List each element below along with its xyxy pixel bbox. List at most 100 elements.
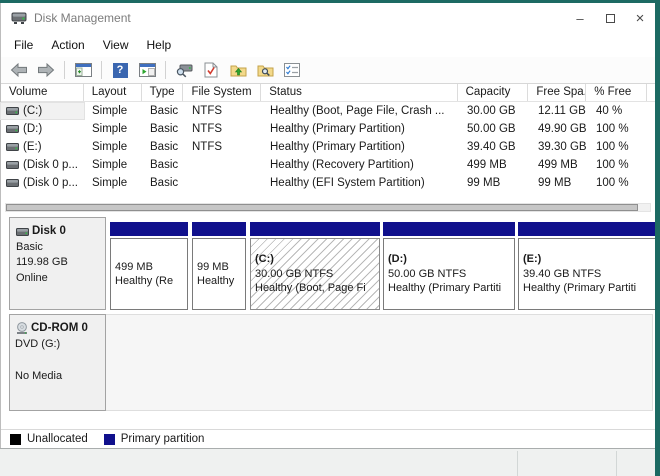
console-tree-icon[interactable] — [71, 59, 95, 81]
column-header-layout[interactable]: Layout — [84, 84, 142, 101]
graphical-view: Disk 0 Basic 119.98 GB Online 499 MB Hea… — [1, 192, 656, 448]
table-row[interactable]: (Disk 0 p... Simple Basic Healthy (EFI S… — [1, 174, 655, 192]
type-cell: Basic — [150, 159, 179, 171]
table-row[interactable]: (E:) Simple Basic NTFS Healthy (Primary … — [1, 138, 655, 156]
disk0-panel[interactable]: Disk 0 Basic 119.98 GB Online — [9, 217, 106, 310]
cdrom-media: No Media — [15, 370, 63, 382]
disk-management-window: Disk Management – × File Action View Hel… — [0, 3, 656, 448]
volume-list-header: Volume Layout Type File System Status Ca… — [1, 84, 655, 102]
capacity-cell: 30.00 GB — [467, 105, 516, 117]
capacity-cell: 99 MB — [467, 177, 501, 189]
menu-file[interactable]: File — [5, 35, 42, 55]
layout-cell: Simple — [92, 177, 128, 189]
partition-d[interactable]: (D:) 50.00 GB NTFS Healthy (Primary Part… — [383, 222, 515, 310]
column-header-volume[interactable]: Volume — [1, 84, 84, 101]
primary-partition-bar — [383, 222, 515, 236]
cd-rom-icon — [17, 321, 27, 334]
pct-free-cell: 100 % — [596, 123, 629, 135]
table-row[interactable]: (D:) Simple Basic NTFS Healthy (Primary … — [1, 120, 655, 138]
toolbar-separator — [101, 61, 102, 79]
free-space-cell: 12.11 GB — [538, 105, 586, 117]
close-button[interactable]: × — [625, 3, 655, 33]
column-header-free-space[interactable]: Free Spa... — [528, 84, 587, 101]
background-divider — [616, 451, 617, 476]
partition-e[interactable]: (E:) 39.40 GB NTFS Healthy (Primary Part… — [518, 222, 656, 310]
menu-action[interactable]: Action — [42, 35, 93, 55]
file-system-cell: NTFS — [192, 123, 223, 135]
scrollbar-thumb[interactable] — [6, 204, 638, 211]
folder-up-icon[interactable] — [226, 59, 250, 81]
volume-cell: (C:) — [0, 102, 85, 120]
column-header-filler — [647, 84, 655, 101]
column-header-pct-free[interactable]: % Free — [586, 84, 647, 101]
table-row[interactable]: (C:) Simple Basic NTFS Healthy (Boot, Pa… — [0, 102, 655, 120]
back-icon[interactable] — [7, 59, 31, 81]
toolbar-separator — [64, 61, 65, 79]
check-document-icon[interactable] — [199, 59, 223, 81]
cdrom-panel[interactable]: CD-ROM 0 DVD (G:) No Media — [9, 314, 106, 411]
free-space-cell: 49.90 GB — [538, 123, 587, 135]
forward-icon[interactable] — [34, 59, 58, 81]
folder-find-icon[interactable] — [253, 59, 277, 81]
status-cell: Healthy (Primary Partition) — [270, 123, 405, 135]
disk0-status: Online — [16, 271, 48, 284]
column-header-file-system[interactable]: File System — [183, 84, 262, 101]
free-space-cell: 39.30 GB — [538, 141, 587, 153]
type-cell: Basic — [150, 141, 179, 153]
partition-efi[interactable]: 99 MB Healthy — [192, 222, 246, 310]
capacity-cell: 39.40 GB — [467, 141, 516, 153]
drive-icon — [6, 124, 19, 133]
layout-cell: Simple — [92, 159, 128, 171]
maximize-icon — [605, 13, 615, 23]
column-header-type[interactable]: Type — [142, 84, 184, 101]
pct-free-cell: 40 % — [596, 105, 623, 117]
primary-partition-swatch — [103, 433, 115, 445]
file-system-cell: NTFS — [192, 141, 223, 153]
volume-cell: (Disk 0 p... — [1, 157, 84, 173]
pct-free-cell: 100 % — [596, 141, 629, 153]
status-cell: Healthy (Primary Partition) — [270, 141, 405, 153]
legend-primary-partition: Primary partition — [103, 433, 204, 445]
type-cell: Basic — [150, 177, 179, 189]
partition-c[interactable]: (C:) 30.00 GB NTFS Healthy (Boot, Page F… — [250, 222, 380, 310]
disk-drive-icon — [11, 12, 27, 25]
status-cell: Healthy (Recovery Partition) — [270, 159, 414, 171]
cdrom-name: CD-ROM 0 — [31, 322, 88, 334]
free-space-cell: 99 MB — [538, 177, 572, 189]
column-header-status[interactable]: Status — [261, 84, 458, 101]
maximize-button[interactable] — [595, 3, 625, 33]
toolbar-separator — [165, 61, 166, 79]
rescan-disks-icon[interactable] — [172, 59, 196, 81]
menu-view[interactable]: View — [94, 35, 138, 55]
layout-cell: Simple — [92, 105, 128, 117]
cdrom-drive: DVD (G:) — [15, 338, 61, 350]
file-system-cell: NTFS — [192, 105, 223, 117]
title-bar: Disk Management – × — [1, 3, 655, 33]
free-space-cell: 499 MB — [538, 159, 578, 171]
volume-cell: (E:) — [1, 139, 84, 155]
partition-recovery[interactable]: 499 MB Healthy (Re — [110, 222, 188, 310]
minimize-button[interactable]: – — [565, 3, 595, 33]
capacity-cell: 499 MB — [467, 159, 507, 171]
menu-help[interactable]: Help — [138, 35, 181, 55]
background-strip — [0, 448, 655, 476]
primary-partition-bar — [250, 222, 380, 236]
cdrom-empty-region[interactable] — [106, 314, 653, 411]
legend-bar: Unallocated Primary partition — [1, 429, 655, 448]
desktop-edge — [655, 0, 660, 476]
drive-icon — [6, 160, 19, 169]
menu-bar: File Action View Help — [1, 33, 655, 57]
primary-partition-bar — [110, 222, 188, 236]
help-icon[interactable]: ? — [108, 59, 132, 81]
horizontal-scrollbar[interactable] — [5, 203, 651, 212]
layout-cell: Simple — [92, 123, 128, 135]
primary-partition-bar — [192, 222, 246, 236]
status-cell: Healthy (Boot, Page File, Crash ... — [270, 105, 445, 117]
table-row[interactable]: (Disk 0 p... Simple Basic Healthy (Recov… — [1, 156, 655, 174]
properties-list-icon[interactable] — [280, 59, 304, 81]
layout-cell: Simple — [92, 141, 128, 153]
action-pane-icon[interactable] — [135, 59, 159, 81]
cdrom-band: CD-ROM 0 DVD (G:) No Media — [1, 314, 655, 411]
column-header-capacity[interactable]: Capacity — [458, 84, 529, 101]
volume-list: Volume Layout Type File System Status Ca… — [0, 84, 655, 192]
